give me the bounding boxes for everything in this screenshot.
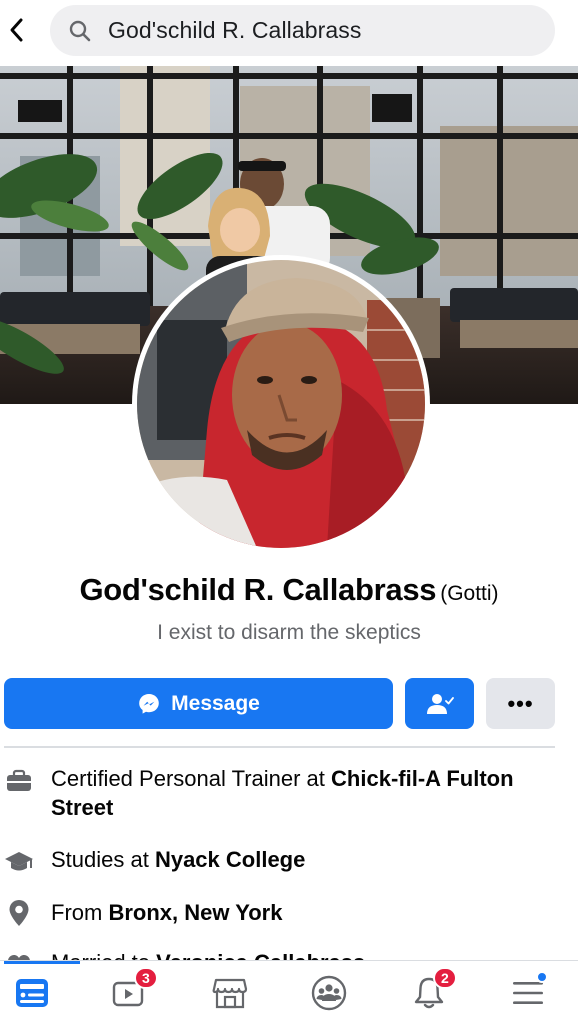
profile-name: God'schild R. Callabrass — [79, 572, 437, 607]
back-button[interactable] — [4, 12, 28, 48]
hamburger-menu-icon — [513, 982, 543, 1004]
message-button[interactable]: Message — [4, 678, 393, 729]
intro-work-text: Certified Personal Trainer at Chick-fil-… — [51, 764, 561, 822]
tab-menu[interactable] — [480, 961, 576, 1024]
search-icon — [68, 19, 92, 43]
intro-education-school[interactable]: Nyack College — [155, 847, 305, 872]
notifications-badge: 2 — [433, 967, 457, 989]
more-options-button[interactable]: ••• — [486, 678, 555, 729]
location-pin-icon — [4, 898, 34, 928]
bottom-tab-bar: 3 2 — [0, 960, 578, 1024]
intro-education-prefix: Studies at — [51, 847, 155, 872]
messenger-icon — [137, 692, 161, 716]
tab-watch[interactable]: 3 — [82, 961, 178, 1024]
intro-education-text: Studies at Nyack College — [51, 845, 561, 874]
intro-hometown-text: From Bronx, New York — [51, 898, 561, 927]
tab-home[interactable] — [0, 961, 80, 1024]
groups-icon — [311, 975, 347, 1011]
graduation-cap-icon — [4, 847, 34, 877]
divider — [4, 746, 555, 748]
intro-hometown-prefix: From — [51, 900, 109, 925]
profile-picture[interactable] — [132, 255, 430, 553]
search-query: God'schild R. Callabrass — [108, 17, 362, 43]
intro-work-prefix: Certified Personal Trainer at — [51, 766, 332, 791]
tab-notifications[interactable]: 2 — [381, 961, 477, 1024]
tab-marketplace[interactable] — [182, 961, 278, 1024]
tab-groups[interactable] — [281, 961, 377, 1024]
intro-hometown-place[interactable]: Bronx, New York — [108, 900, 282, 925]
watch-badge: 3 — [134, 967, 158, 989]
shop-icon — [212, 978, 248, 1009]
more-options-label: ••• — [507, 690, 534, 716]
message-button-label: Message — [171, 691, 260, 715]
person-check-icon — [426, 693, 454, 714]
profile-nickname: (Gotti) — [440, 582, 499, 605]
profile-name-line: God'schild R. Callabrass (Gotti) — [0, 572, 578, 608]
avatar — [137, 260, 425, 548]
briefcase-icon — [4, 766, 34, 796]
chevron-left-icon — [10, 18, 23, 42]
top-bar: God'schild R. Callabrass — [0, 0, 578, 66]
search-input[interactable]: God'schild R. Callabrass — [50, 5, 555, 56]
friends-button[interactable] — [405, 678, 474, 729]
menu-notification-dot — [536, 971, 548, 983]
profile-bio: I exist to disarm the skeptics — [157, 621, 421, 644]
news-feed-icon — [16, 979, 48, 1007]
